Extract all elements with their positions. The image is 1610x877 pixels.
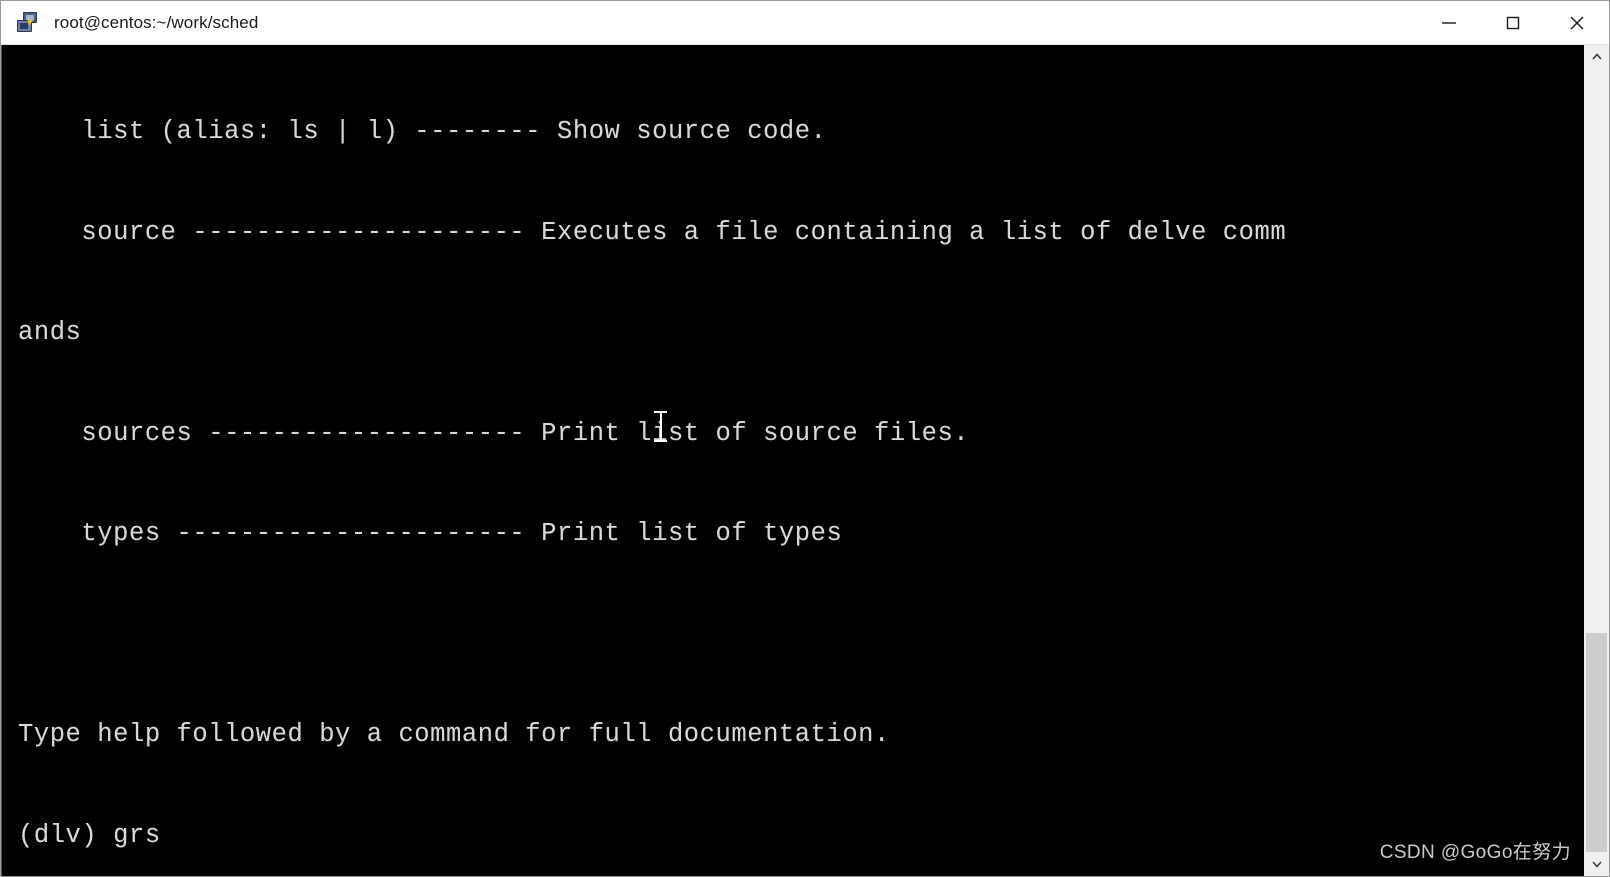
terminal-line: sources -------------------- Print list … [18, 418, 970, 448]
terminal-text: list (alias: ls | l) -------- Show sourc… [18, 48, 1583, 876]
maximize-button[interactable] [1481, 1, 1545, 44]
close-button[interactable] [1545, 1, 1609, 44]
terminal-output-area[interactable]: list (alias: ls | l) -------- Show sourc… [1, 45, 1583, 876]
terminal-line: source --------------------- Executes a … [18, 217, 1287, 247]
minimize-button[interactable] [1417, 1, 1481, 44]
window-title: root@centos:~/work/sched [54, 12, 259, 32]
chevron-up-icon[interactable] [1584, 45, 1609, 69]
terminal-line: types ---------------------- Print list … [18, 519, 843, 548]
terminal-line: Type help followed by a command for full… [18, 720, 890, 749]
vertical-scrollbar[interactable] [1583, 45, 1609, 876]
title-bar[interactable]: root@centos:~/work/sched [1, 1, 1609, 45]
terminal-line: ands [18, 318, 82, 347]
terminal-command-line: (dlv) grs [18, 820, 161, 850]
putty-computer-icon [17, 11, 41, 34]
terminal-line: list (alias: ls | l) -------- Show sourc… [18, 117, 827, 146]
chevron-down-icon[interactable] [1584, 852, 1609, 876]
scrollbar-thumb[interactable] [1586, 632, 1607, 852]
window-body: list (alias: ls | l) -------- Show sourc… [1, 45, 1609, 876]
terminal-window: root@centos:~/work/sched list (alias: ls… [0, 0, 1610, 877]
watermark: CSDN @GoGo在努力 [1379, 842, 1571, 863]
scrollbar-track[interactable] [1584, 69, 1609, 852]
window-controls [1417, 1, 1609, 44]
title-bar-left: root@centos:~/work/sched [1, 11, 1417, 34]
